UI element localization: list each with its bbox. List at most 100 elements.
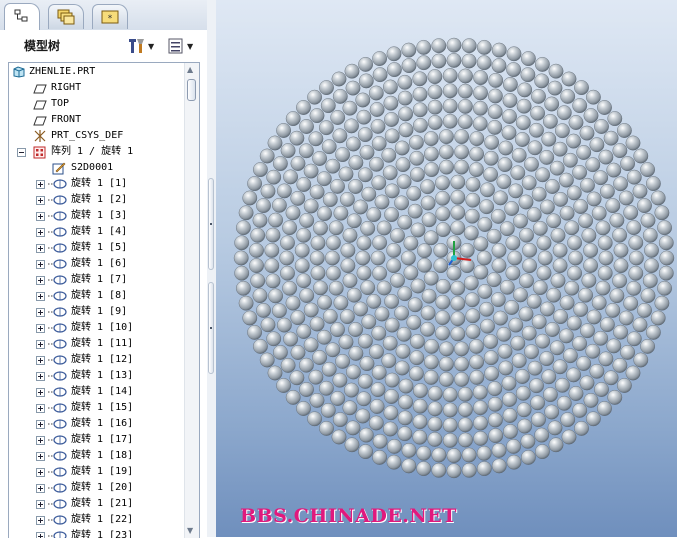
expand-toggle-icon[interactable] [36,500,45,509]
tree-node-pattern-member[interactable]: 旋转 1 [22] [9,512,183,528]
tree-node-pattern[interactable]: 阵列 1 / 旋转 1 [9,144,183,160]
tree-node-label: S2D0001 [71,161,113,175]
expand-toggle-icon[interactable] [36,244,45,253]
sphere [515,369,529,383]
sketch-icon [52,161,66,175]
expand-toggle-icon[interactable] [36,436,45,445]
expand-toggle-icon[interactable] [36,228,45,237]
expand-toggle-icon[interactable] [36,308,45,317]
tree-node-pattern-member[interactable]: 旋转 1 [4] [9,224,183,240]
sphere [640,339,654,353]
tree-node-datum-front[interactable]: FRONT [9,112,183,128]
tree-show-button[interactable]: ▼ [167,36,193,56]
sphere [458,69,472,83]
tree-node-pattern-member[interactable]: 旋转 1 [8] [9,288,183,304]
sphere [469,162,483,176]
expand-toggle-icon[interactable] [36,532,45,538]
tree-node-pattern-member[interactable]: 旋转 1 [14] [9,384,183,400]
expand-toggle-icon[interactable] [36,212,45,221]
sphere [401,251,415,265]
tree-node-pattern-member[interactable]: 旋转 1 [18] [9,448,183,464]
tree-node-sketch[interactable]: S2D0001 [9,160,183,176]
collapse-toggle-icon[interactable] [17,148,26,157]
tree-node-label: ZHENLIE.PRT [29,65,95,79]
scroll-up-arrow-icon[interactable]: ▲ [187,65,193,74]
expand-toggle-icon[interactable] [36,388,45,397]
splitter-grip-top[interactable] [208,178,214,270]
sphere [402,58,416,72]
sphere [606,198,620,212]
expand-toggle-icon[interactable] [36,452,45,461]
expand-toggle-icon[interactable] [36,260,45,269]
tab-favorites[interactable]: * [92,4,128,29]
tree-node-csys[interactable]: PRT_CSYS_DEF [9,128,183,144]
tree-node-pattern-member[interactable]: 旋转 1 [17] [9,432,183,448]
sphere [599,150,613,164]
tree-node-pattern-member[interactable]: 旋转 1 [16] [9,416,183,432]
tree-node-pattern-member[interactable]: 旋转 1 [19] [9,464,183,480]
sphere [398,107,412,121]
sphere [594,119,608,133]
tree-node-pattern-member[interactable]: 旋转 1 [21] [9,496,183,512]
expand-toggle-icon[interactable] [36,484,45,493]
sphere [513,214,527,228]
sphere [243,311,257,325]
tab-layers[interactable] [48,4,84,29]
expand-toggle-icon[interactable] [36,340,45,349]
tree-node-pattern-member[interactable]: 旋转 1 [10] [9,320,183,336]
tree-node-pattern-member[interactable]: 旋转 1 [6] [9,256,183,272]
sphere [343,228,357,242]
sphere [507,47,521,61]
tree-node-pattern-member[interactable]: 旋转 1 [2] [9,192,183,208]
tree-node-pattern-member[interactable]: 旋转 1 [9] [9,304,183,320]
sphere [421,306,435,320]
tree-node-pattern-member[interactable]: 旋转 1 [11] [9,336,183,352]
tree-node-pattern-member[interactable]: 旋转 1 [7] [9,272,183,288]
tree-node-pattern-member[interactable]: 旋转 1 [15] [9,400,183,416]
sphere [477,40,491,54]
expand-toggle-icon[interactable] [36,292,45,301]
sphere [357,236,371,250]
expand-toggle-icon[interactable] [36,404,45,413]
expand-toggle-icon[interactable] [36,468,45,477]
expand-toggle-icon[interactable] [36,372,45,381]
sphere [583,243,597,257]
expand-toggle-icon[interactable] [36,420,45,429]
tree-settings-button[interactable]: ▼ [128,36,154,56]
sphere [369,345,383,359]
expand-toggle-icon[interactable] [36,196,45,205]
scroll-down-arrow-icon[interactable]: ▼ [187,526,193,535]
expand-toggle-icon[interactable] [36,356,45,365]
sphere [451,312,465,326]
sphere [592,206,606,220]
expand-toggle-icon[interactable] [36,516,45,525]
tree-node-pattern-member[interactable]: 旋转 1 [20] [9,480,183,496]
tree-node-pattern-member[interactable]: 旋转 1 [3] [9,208,183,224]
expand-toggle-icon[interactable] [36,324,45,333]
sphere [608,111,622,125]
panel-splitter[interactable] [207,0,216,537]
splitter-grip-bottom[interactable] [208,282,214,374]
graphics-viewport[interactable]: BBS.CHINADE.NET [216,0,677,537]
tree-scrollbar[interactable]: ▲ ▼ [184,63,199,538]
scrollbar-thumb[interactable] [187,79,196,101]
tree-node-datum-right[interactable]: RIGHT [9,80,183,96]
sphere [424,131,438,145]
sphere [410,151,424,165]
expand-toggle-icon[interactable] [36,276,45,285]
sphere [488,413,502,427]
tree-node-pattern-member[interactable]: 旋转 1 [13] [9,368,183,384]
tree-node-pattern-member[interactable]: 旋转 1 [1] [9,176,183,192]
tree-node-root[interactable]: ZHENLIE.PRT [9,64,183,80]
expand-toggle-icon[interactable] [36,180,45,189]
model-tree-icon [13,8,31,26]
sphere [251,274,265,288]
tree-node-datum-top[interactable]: TOP [9,96,183,112]
sphere [439,372,453,386]
tree-node-pattern-member[interactable]: 旋转 1 [12] [9,352,183,368]
tab-model-tree[interactable] [4,3,40,30]
sphere [359,74,373,88]
sphere [310,251,324,265]
part-icon [13,66,25,78]
tree-node-pattern-member[interactable]: 旋转 1 [5] [9,240,183,256]
